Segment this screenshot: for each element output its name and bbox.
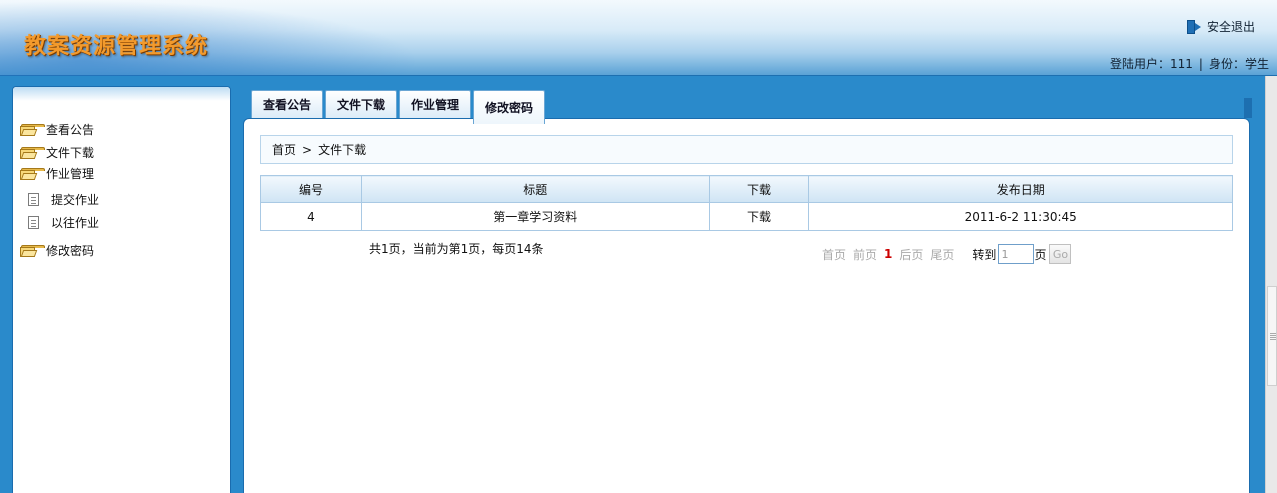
folder-icon	[20, 244, 45, 257]
sidebar-item-homework[interactable]: 作业管理	[20, 165, 94, 182]
pager-current: 1	[884, 247, 893, 261]
pager-summary: 共1页，当前为第1页，每页14条	[369, 242, 544, 256]
logout-icon	[1186, 19, 1201, 34]
sidebar-item-announcements[interactable]: 查看公告	[20, 121, 94, 138]
pager-next[interactable]: 后页	[899, 246, 923, 263]
tab-bar: 查看公告 文件下载 作业管理 修改密码	[251, 90, 546, 124]
sidebar-subitem-past-homework[interactable]: 以往作业	[28, 214, 99, 231]
user-info: 登陆用户：111 | 身份：学生	[1110, 55, 1269, 72]
sidebar-item-label: 修改密码	[46, 244, 95, 258]
user-info-separator: |	[1198, 57, 1203, 71]
logout-label: 安全退出	[1206, 20, 1255, 34]
column-header-download: 下载	[708, 175, 810, 203]
sidebar-item-label: 查看公告	[46, 123, 95, 137]
logout-button[interactable]: 安全退出	[1186, 18, 1255, 35]
goto-label: 转到	[972, 247, 997, 262]
pager: 首页 前页 1 后页 尾页 转到 页 Go	[822, 244, 1072, 264]
user-label: 登陆用户：	[1110, 57, 1171, 71]
breadcrumb: 首页 > 文件下载	[260, 135, 1233, 164]
pager-prev[interactable]: 前页	[853, 246, 877, 263]
breadcrumb-home[interactable]: 首页	[272, 141, 296, 158]
column-header-date: 发布日期	[808, 175, 1233, 203]
cell-id: 4	[260, 202, 362, 231]
breadcrumb-current: 文件下载	[318, 143, 367, 157]
table-row: 4 第一章学习资料 下载 2011-6-2 11:30:45	[260, 202, 1233, 231]
sidebar-item-label: 文件下载	[46, 146, 95, 160]
pager-first[interactable]: 首页	[822, 246, 846, 263]
cell-date: 2011-6-2 11:30:45	[808, 202, 1233, 231]
main-strip	[1244, 98, 1252, 118]
sidebar-header	[13, 87, 230, 101]
role-label: 身份：	[1208, 57, 1245, 71]
tab-homework[interactable]: 作业管理	[399, 90, 472, 118]
document-icon	[28, 216, 39, 229]
sidebar-subitem-label: 提交作业	[51, 193, 100, 207]
sidebar-item-label: 作业管理	[46, 167, 95, 181]
tab-file-download[interactable]: 文件下载	[325, 90, 398, 118]
download-link[interactable]: 下载	[708, 202, 810, 231]
user-value: 111	[1170, 57, 1193, 71]
go-button[interactable]: Go	[1049, 244, 1072, 264]
vertical-scrollbar[interactable]	[1265, 76, 1277, 493]
tab-change-password[interactable]: 修改密码	[473, 90, 546, 124]
table-header-row: 编号 标题 下载 发布日期	[260, 175, 1233, 203]
folder-icon	[20, 167, 45, 180]
page-unit-label: 页	[1034, 247, 1047, 262]
role-value: 学生	[1244, 57, 1269, 71]
column-header-title: 标题	[360, 175, 710, 203]
scroll-thumb[interactable]	[1267, 286, 1277, 386]
breadcrumb-separator: >	[302, 142, 313, 157]
cell-title: 第一章学习资料	[360, 202, 710, 231]
sidebar-item-file-download[interactable]: 文件下载	[20, 144, 94, 161]
sidebar-item-change-password[interactable]: 修改密码	[20, 242, 94, 259]
folder-icon	[20, 123, 45, 136]
sidebar-subitem-submit-homework[interactable]: 提交作业	[28, 191, 99, 208]
header: 教案资源管理系统 安全退出 登陆用户：111 | 身份：学生	[0, 0, 1277, 76]
tab-announcements[interactable]: 查看公告	[251, 90, 324, 118]
file-table: 编号 标题 下载 发布日期 4 第一章学习资料 下载 2011-6-2 11:3…	[260, 175, 1233, 231]
sidebar-subitem-label: 以往作业	[51, 216, 100, 230]
column-header-id: 编号	[260, 175, 362, 203]
folder-icon	[20, 146, 45, 159]
goto-page-input[interactable]	[998, 244, 1035, 264]
document-icon	[28, 193, 39, 206]
app-title: 教案资源管理系统	[24, 34, 209, 59]
pager-last[interactable]: 尾页	[930, 246, 954, 263]
